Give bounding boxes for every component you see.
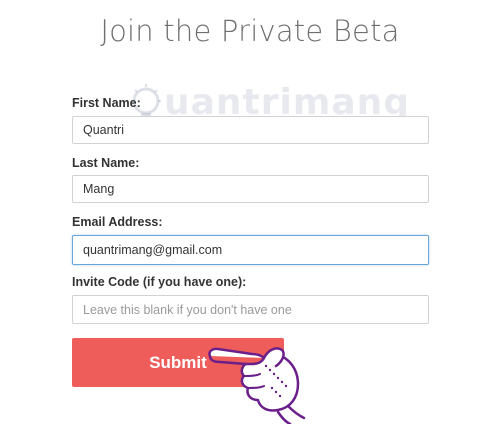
first-name-label: First Name:: [72, 96, 141, 110]
invite-code-field[interactable]: [72, 295, 429, 324]
first-name-field[interactable]: [72, 116, 429, 144]
invite-code-label: Invite Code (if you have one):: [72, 275, 247, 289]
last-name-label: Last Name:: [72, 156, 140, 170]
page-title: Join the Private Beta: [100, 14, 400, 48]
pointing-hand-cursor-icon: [208, 347, 306, 424]
email-field[interactable]: [72, 235, 429, 265]
last-name-field[interactable]: [72, 175, 429, 203]
email-label: Email Address:: [72, 215, 163, 229]
